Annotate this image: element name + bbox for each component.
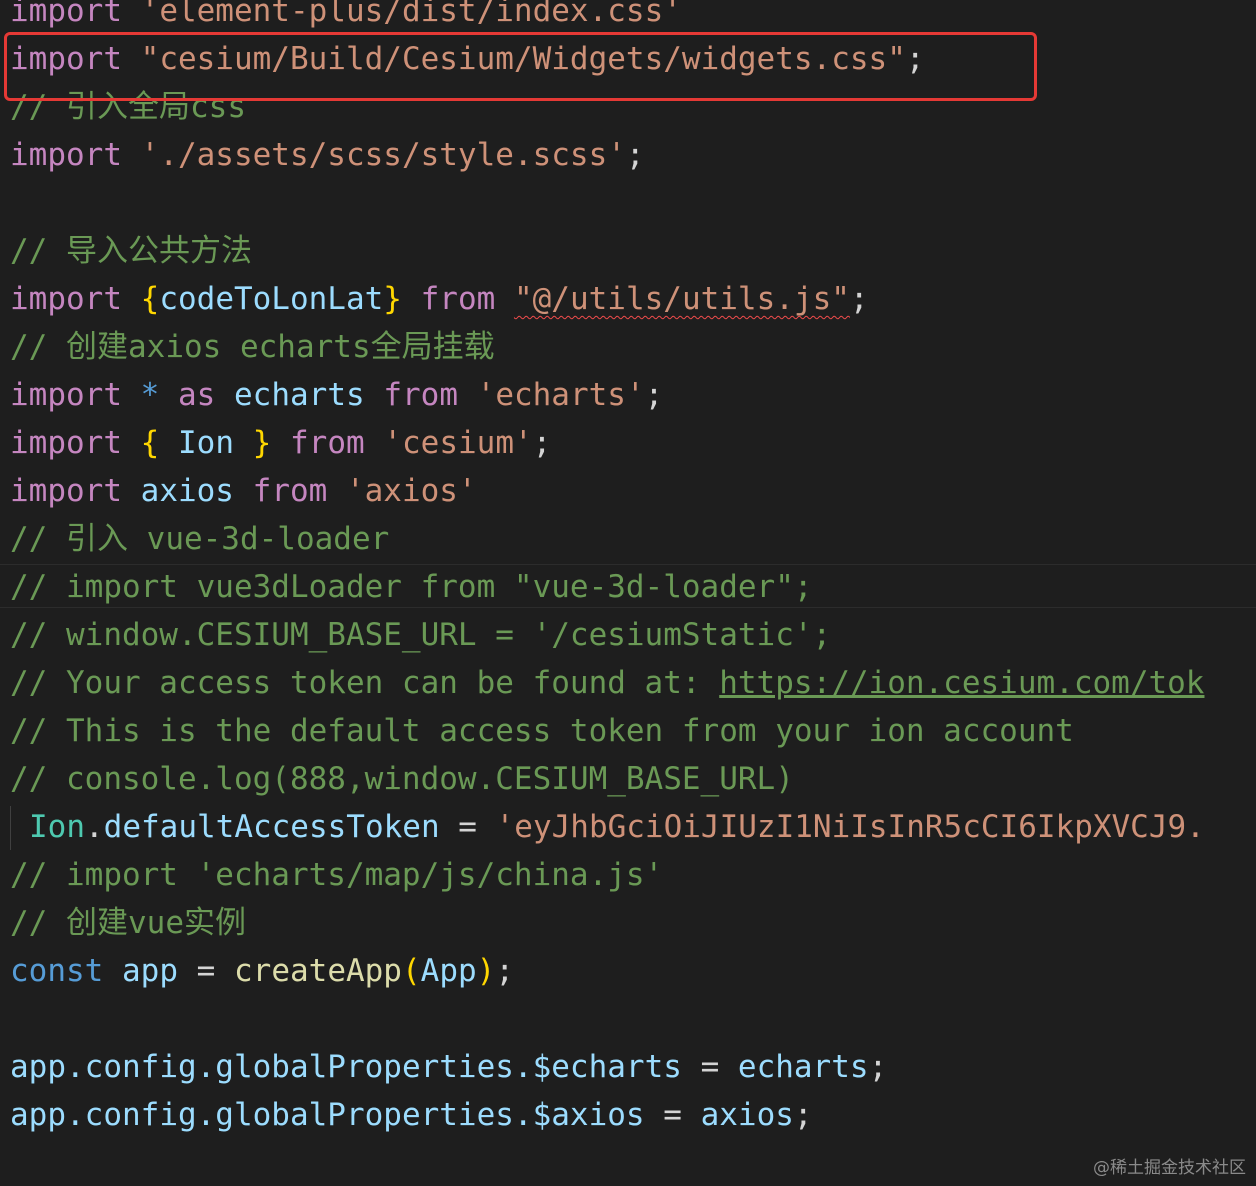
- keyword-from: from: [290, 425, 365, 461]
- property-name: defaultAccessToken: [103, 809, 440, 845]
- code-line-7[interactable]: // 创建axios echarts全局挂载: [10, 327, 495, 367]
- imported-name: codeToLonLat: [159, 281, 384, 317]
- comment: // import 'echarts/map/js/china.js': [10, 857, 664, 893]
- imported-name: echarts: [234, 377, 365, 413]
- assign-operator: =: [644, 1097, 701, 1133]
- close-paren: ): [476, 953, 496, 989]
- comment: // import vue3dLoader from "vue-3d-loade…: [10, 569, 813, 605]
- watermark: @稀土掘金技术社区: [1093, 1158, 1246, 1178]
- open-brace: {: [140, 281, 160, 317]
- code-editor[interactable]: import 'element-plus/dist/index.css' imp…: [0, 0, 1256, 1186]
- code-line-3[interactable]: import './assets/scss/style.scss';: [10, 135, 645, 175]
- assign-operator: =: [681, 1049, 738, 1085]
- comment: // 创建axios echarts全局挂载: [10, 329, 495, 365]
- semicolon: ;: [849, 281, 869, 317]
- code-line-20[interactable]: const app = createApp(App);: [10, 951, 514, 991]
- argument: App: [420, 953, 477, 989]
- string-literal: 'element-plus/dist/index.css': [140, 0, 682, 29]
- code-line-16[interactable]: // console.log(888,window.CESIUM_BASE_UR…: [10, 759, 794, 799]
- semicolon: ;: [793, 1097, 813, 1133]
- string-literal: 'eyJhbGciOiJIUzI1NiIsInR5cCI6IkpXVCJ9.: [495, 809, 1205, 845]
- indent-guide: [10, 806, 11, 850]
- code-line-1[interactable]: import "cesium/Build/Cesium/Widgets/widg…: [10, 39, 925, 79]
- semicolon: ;: [905, 41, 925, 77]
- variable-name: app: [122, 953, 178, 989]
- code-line-22[interactable]: app.config.globalProperties.$echarts = e…: [10, 1047, 887, 1087]
- code-line-12[interactable]: // import vue3dLoader from "vue-3d-loade…: [10, 567, 813, 607]
- assign-operator: =: [439, 809, 496, 845]
- semicolon: ;: [532, 425, 552, 461]
- keyword: import: [10, 137, 122, 173]
- object-name: app: [10, 1049, 66, 1085]
- keyword-from: from: [383, 377, 458, 413]
- comment-link[interactable]: https://ion.cesium.com/tok: [719, 665, 1204, 701]
- keyword-from: from: [420, 281, 496, 317]
- keyword: import: [10, 281, 122, 317]
- dot: .: [85, 809, 104, 845]
- comment: // 引入全局css: [10, 89, 246, 125]
- semicolon: ;: [495, 953, 514, 989]
- string-literal: 'echarts': [476, 377, 645, 413]
- close-brace: }: [383, 281, 402, 317]
- semicolon: ;: [644, 377, 664, 413]
- code-line-6[interactable]: import {codeToLonLat} from "@/utils/util…: [10, 279, 869, 319]
- code-line-14[interactable]: // Your access token can be found at: ht…: [10, 663, 1204, 703]
- comment: // This is the default access token from…: [10, 713, 1074, 749]
- value-name: echarts: [737, 1049, 869, 1085]
- keyword-from: from: [252, 473, 328, 509]
- code-line-9[interactable]: import { Ion } from 'cesium';: [10, 423, 551, 463]
- string-literal: 'cesium': [383, 425, 533, 461]
- string-literal: 'axios': [345, 473, 477, 509]
- semicolon: ;: [868, 1049, 888, 1085]
- imported-name: axios: [140, 473, 234, 509]
- value-name: axios: [700, 1097, 794, 1133]
- string-literal: "cesium/Build/Cesium/Widgets/widgets.css…: [140, 41, 906, 77]
- object-name: app: [10, 1097, 66, 1133]
- keyword: import: [10, 473, 122, 509]
- comment: // 导入公共方法: [10, 233, 252, 269]
- code-line-10[interactable]: import axios from 'axios': [10, 471, 477, 511]
- property-chain: .config.globalProperties.$echarts: [66, 1049, 682, 1085]
- object-name: Ion: [29, 809, 85, 845]
- open-brace: {: [140, 425, 160, 461]
- namespace-star: *: [140, 377, 160, 413]
- comment: // Your access token can be found at:: [10, 665, 720, 701]
- code-line-23[interactable]: app.config.globalProperties.$axios = axi…: [10, 1095, 813, 1135]
- string-literal: './assets/scss/style.scss': [140, 137, 626, 173]
- code-line-8[interactable]: import * as echarts from 'echarts';: [10, 375, 663, 415]
- code-line-19[interactable]: // 创建vue实例: [10, 903, 246, 943]
- close-brace: }: [252, 425, 272, 461]
- code-line-5[interactable]: // 导入公共方法: [10, 231, 252, 271]
- code-line-15[interactable]: // This is the default access token from…: [10, 711, 1074, 751]
- keyword: import: [10, 0, 122, 29]
- code-line-2[interactable]: // 引入全局css: [10, 87, 246, 127]
- keyword-as: as: [178, 377, 216, 413]
- assign-operator: =: [178, 953, 234, 989]
- comment: // console.log(888,window.CESIUM_BASE_UR…: [10, 761, 794, 797]
- comment: // window.CESIUM_BASE_URL = '/cesiumStat…: [10, 617, 832, 653]
- code-line-18[interactable]: // import 'echarts/map/js/china.js': [10, 855, 663, 895]
- string-literal-error: "@/utils/utils.js": [513, 281, 850, 317]
- property-chain: .config.globalProperties.$axios: [66, 1097, 645, 1133]
- function-name: createApp: [234, 953, 402, 989]
- code-line-11[interactable]: // 引入 vue-3d-loader: [10, 519, 389, 559]
- code-line-13[interactable]: // window.CESIUM_BASE_URL = '/cesiumStat…: [10, 615, 831, 655]
- code-line-17[interactable]: Ion.defaultAccessToken = 'eyJhbGciOiJIUz…: [29, 807, 1205, 847]
- open-paren: (: [401, 953, 421, 989]
- imported-name: Ion: [178, 425, 234, 461]
- comment: // 创建vue实例: [10, 905, 246, 941]
- semicolon: ;: [625, 137, 645, 173]
- keyword-const: const: [10, 953, 104, 989]
- code-line-0[interactable]: import 'element-plus/dist/index.css': [10, 0, 682, 31]
- keyword: import: [10, 377, 122, 413]
- keyword: import: [10, 425, 122, 461]
- comment: // 引入 vue-3d-loader: [10, 521, 390, 557]
- keyword: import: [10, 41, 122, 77]
